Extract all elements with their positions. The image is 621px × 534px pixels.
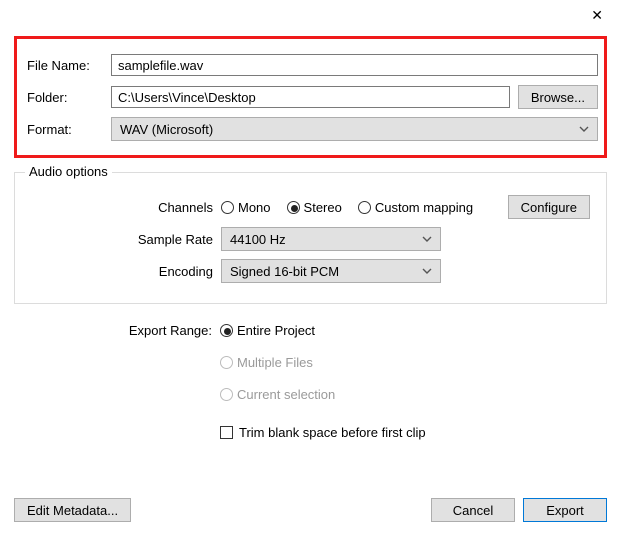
format-value: WAV (Microsoft) (120, 122, 213, 137)
range-multiple-label: Multiple Files (237, 355, 313, 370)
trim-row: Trim blank space before first clip (30, 420, 591, 444)
encoding-combo[interactable]: Signed 16-bit PCM (221, 259, 441, 283)
range-multiple-radio: Multiple Files (220, 355, 313, 370)
file-name-input[interactable] (111, 54, 598, 76)
export-range-current-row: Current selection (30, 382, 591, 406)
channels-radios: Mono Stereo Custom mapping Configure (221, 195, 590, 219)
channel-custom-radio[interactable]: Custom mapping (358, 200, 473, 215)
range-entire-radio[interactable]: Entire Project (220, 323, 315, 338)
encoding-value: Signed 16-bit PCM (230, 264, 339, 279)
range-current-label: Current selection (237, 387, 335, 402)
configure-button[interactable]: Configure (508, 195, 590, 219)
trim-checkbox[interactable]: Trim blank space before first clip (220, 425, 426, 440)
export-range-label: Export Range: (30, 323, 220, 338)
export-range-multiple-row: Multiple Files (30, 350, 591, 374)
channel-stereo-radio[interactable]: Stereo (287, 200, 342, 215)
encoding-row: Encoding Signed 16-bit PCM (31, 259, 590, 283)
channels-row: Channels Mono Stereo Custom mapping Conf… (31, 195, 590, 219)
titlebar: ✕ (0, 0, 621, 30)
folder-row: Folder: Browse... (23, 85, 598, 109)
channel-stereo-label: Stereo (304, 200, 342, 215)
sample-rate-row: Sample Rate 44100 Hz (31, 227, 590, 251)
file-name-label: File Name: (23, 58, 111, 73)
radio-icon (220, 388, 233, 401)
cancel-button[interactable]: Cancel (431, 498, 515, 522)
file-section-highlight: File Name: Folder: Browse... Format: WAV… (14, 36, 607, 158)
export-range-section: Export Range: Entire Project Multiple Fi… (14, 304, 607, 456)
format-row: Format: WAV (Microsoft) (23, 117, 598, 141)
radio-icon (287, 201, 300, 214)
range-current-radio: Current selection (220, 387, 335, 402)
format-combo[interactable]: WAV (Microsoft) (111, 117, 598, 141)
folder-input[interactable] (111, 86, 510, 108)
sample-rate-combo[interactable]: 44100 Hz (221, 227, 441, 251)
channel-custom-label: Custom mapping (375, 200, 473, 215)
footer: Edit Metadata... Cancel Export (0, 498, 621, 522)
radio-icon (220, 324, 233, 337)
checkbox-icon (220, 426, 233, 439)
radio-icon (220, 356, 233, 369)
close-icon[interactable]: ✕ (591, 8, 603, 22)
browse-button[interactable]: Browse... (518, 85, 598, 109)
range-entire-label: Entire Project (237, 323, 315, 338)
channels-label: Channels (31, 200, 221, 215)
edit-metadata-button[interactable]: Edit Metadata... (14, 498, 131, 522)
radio-icon (221, 201, 234, 214)
format-label: Format: (23, 122, 111, 137)
channel-mono-radio[interactable]: Mono (221, 200, 271, 215)
chevron-down-icon (579, 126, 589, 132)
encoding-label: Encoding (31, 264, 221, 279)
folder-label: Folder: (23, 90, 111, 105)
audio-options-title: Audio options (25, 164, 112, 179)
chevron-down-icon (422, 268, 432, 274)
sample-rate-value: 44100 Hz (230, 232, 286, 247)
channel-mono-label: Mono (238, 200, 271, 215)
export-range-row: Export Range: Entire Project (30, 318, 591, 342)
audio-options-group: Audio options Channels Mono Stereo Custo… (14, 172, 607, 304)
file-name-row: File Name: (23, 53, 598, 77)
sample-rate-label: Sample Rate (31, 232, 221, 247)
dialog-body: File Name: Folder: Browse... Format: WAV… (0, 30, 621, 470)
chevron-down-icon (422, 236, 432, 242)
export-button[interactable]: Export (523, 498, 607, 522)
trim-label: Trim blank space before first clip (239, 425, 426, 440)
radio-icon (358, 201, 371, 214)
